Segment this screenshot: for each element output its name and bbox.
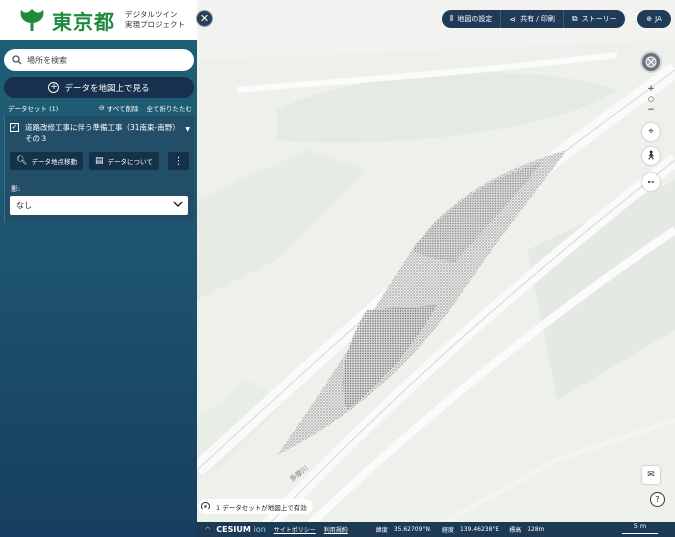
brand-logo-text: 東京都 (52, 9, 115, 34)
scale-line (622, 533, 658, 534)
search-input[interactable] (27, 55, 187, 65)
elevation-label: 標高 (509, 527, 522, 534)
longitude-value: 139.46238°E (459, 526, 500, 533)
cesium-text: CESIUM (216, 525, 251, 534)
map-settings-label: 地図の設定 (457, 15, 493, 23)
notice-text: 1 データセットが地図上で有効 (216, 503, 307, 512)
plus-circle-icon: + (48, 82, 60, 93)
latitude-label: 緯度 (375, 527, 388, 534)
zoom-out-button[interactable]: − (646, 105, 656, 115)
collapse-all-button[interactable]: 全て折りたたむ (147, 103, 193, 113)
language-button[interactable]: ⊕ JA (637, 10, 671, 28)
zoom-in-button[interactable]: + (646, 84, 656, 94)
brand-header: 東京都 デジタルツイン 実現プロジェクト (0, 0, 197, 40)
map-canvas[interactable]: 多摩川 (197, 0, 675, 537)
data-info-label: データについて (107, 158, 153, 166)
site-policy-link[interactable]: サイトポリシー (274, 525, 316, 534)
remove-all-button[interactable]: ⊖ すべて削除 (99, 103, 139, 113)
dataset-header: データセット (1) ⊖ すべて削除 全て折りたたむ (8, 103, 192, 113)
elevation-value: 128m (527, 526, 545, 533)
search-icon: 🔍︎ (16, 156, 28, 166)
person-icon: 🚶︎ (645, 151, 657, 161)
shadow-label: 影: (11, 185, 21, 193)
zoom-to-data-label: データ地点移動 (31, 158, 77, 166)
cesium-logo[interactable]: CESIUM ion (216, 525, 266, 534)
remove-all-label: すべて削除 (106, 105, 139, 113)
longitude-label: 経度 (441, 527, 454, 534)
sidebar: 東京都 デジタルツイン 実現プロジェクト + データを地図上で見る データセット… (0, 0, 197, 537)
latitude-value: 35.62709°N (393, 526, 430, 533)
add-data-button[interactable]: + データを地図上で見る (4, 77, 194, 98)
measure-tool-button[interactable]: ⊷ (642, 173, 660, 191)
pedestrian-mode-button[interactable]: 🚶︎ (642, 147, 660, 165)
signal-icon (201, 501, 210, 510)
crosshair-icon: ⌖ (648, 127, 654, 137)
minus-circle-icon: ⊖ (98, 104, 105, 112)
map-toolbar: ⫴ 地図の設定 ⋖ 共有 / 印刷 ⧉ ストーリー (442, 10, 625, 28)
map-view[interactable]: 多摩川 (197, 0, 675, 537)
story-label: ストーリー (581, 15, 617, 23)
layers-icon: ⫴ (450, 14, 454, 23)
search-box[interactable] (4, 49, 194, 71)
share-print-label: 共有 / 印刷 (520, 15, 555, 23)
scale-bar: 5 m (620, 522, 660, 537)
caret-down-icon[interactable]: ▼ (185, 124, 190, 144)
cesium-ion-text: ion (253, 525, 266, 534)
my-location-button[interactable]: ⌖ (642, 123, 660, 141)
share-print-button[interactable]: ⋖ 共有 / 印刷 (500, 10, 563, 28)
map-settings-button[interactable]: ⫴ 地図の設定 (442, 10, 500, 28)
brand-subtitle: デジタルツイン 実現プロジェクト (125, 10, 185, 30)
more-options-button[interactable]: ⋮ (168, 152, 189, 170)
close-sidebar-button[interactable]: ✕ (196, 10, 213, 27)
help-button[interactable]: ? (650, 492, 665, 507)
ruler-icon: ⊷ (647, 178, 655, 186)
share-icon: ⋖ (509, 14, 517, 24)
feedback-button[interactable]: ✉ (642, 466, 660, 484)
dataset-visibility-checkbox[interactable]: ✓ (10, 123, 19, 132)
active-datasets-notice: 1 データセットが地図上で有効 (198, 499, 313, 514)
zoom-reset-button[interactable]: ○ (646, 95, 656, 103)
dataset-name: 道路改修工事に伴う準備工事（31南東-南野）その３ (25, 123, 180, 143)
partner-logo-icon: ◠ (205, 526, 211, 533)
shadow-selected-value: なし (16, 201, 32, 210)
story-button[interactable]: ⧉ ストーリー (562, 10, 625, 28)
chevron-down-icon (173, 201, 183, 207)
comment-icon: ▤ (95, 156, 104, 166)
status-bar: ◠ CESIUM ion サイトポリシー 利用規約 緯度 35.62709°N … (197, 522, 675, 537)
compass-icon[interactable] (640, 51, 662, 73)
help-icon: ? (655, 495, 660, 504)
globe-icon: ⊕ (646, 15, 653, 23)
dataset-title-row: ✓ 道路改修工事に伴う準備工事（31南東-南野）その３ ▼ (10, 122, 190, 144)
dataset-card: ✓ 道路改修工事に伴う準備工事（31南東-南野）その３ ▼ 🔍︎ データ地点移動… (4, 116, 194, 222)
ginkgo-logo-icon (20, 9, 44, 31)
add-data-label: データを地図上で見る (64, 83, 150, 94)
data-info-button[interactable]: ▤ データについて (89, 152, 159, 170)
feedback-icon: ✉ (647, 470, 655, 480)
search-icon (12, 55, 22, 65)
story-icon: ⧉ (571, 14, 578, 23)
shadow-select[interactable]: なし (10, 196, 188, 215)
terms-link[interactable]: 利用規約 (324, 525, 348, 534)
collapse-all-label: 全て折りたたむ (146, 105, 193, 113)
scale-label: 5 m (633, 522, 647, 530)
brand-subtitle-line1: デジタルツイン (125, 10, 178, 19)
zoom-to-data-button[interactable]: 🔍︎ データ地点移動 (10, 152, 83, 170)
language-label: JA (655, 15, 662, 23)
brand-subtitle-line2: 実現プロジェクト (125, 20, 185, 29)
dataset-count-title: データセット (1) (8, 105, 59, 113)
